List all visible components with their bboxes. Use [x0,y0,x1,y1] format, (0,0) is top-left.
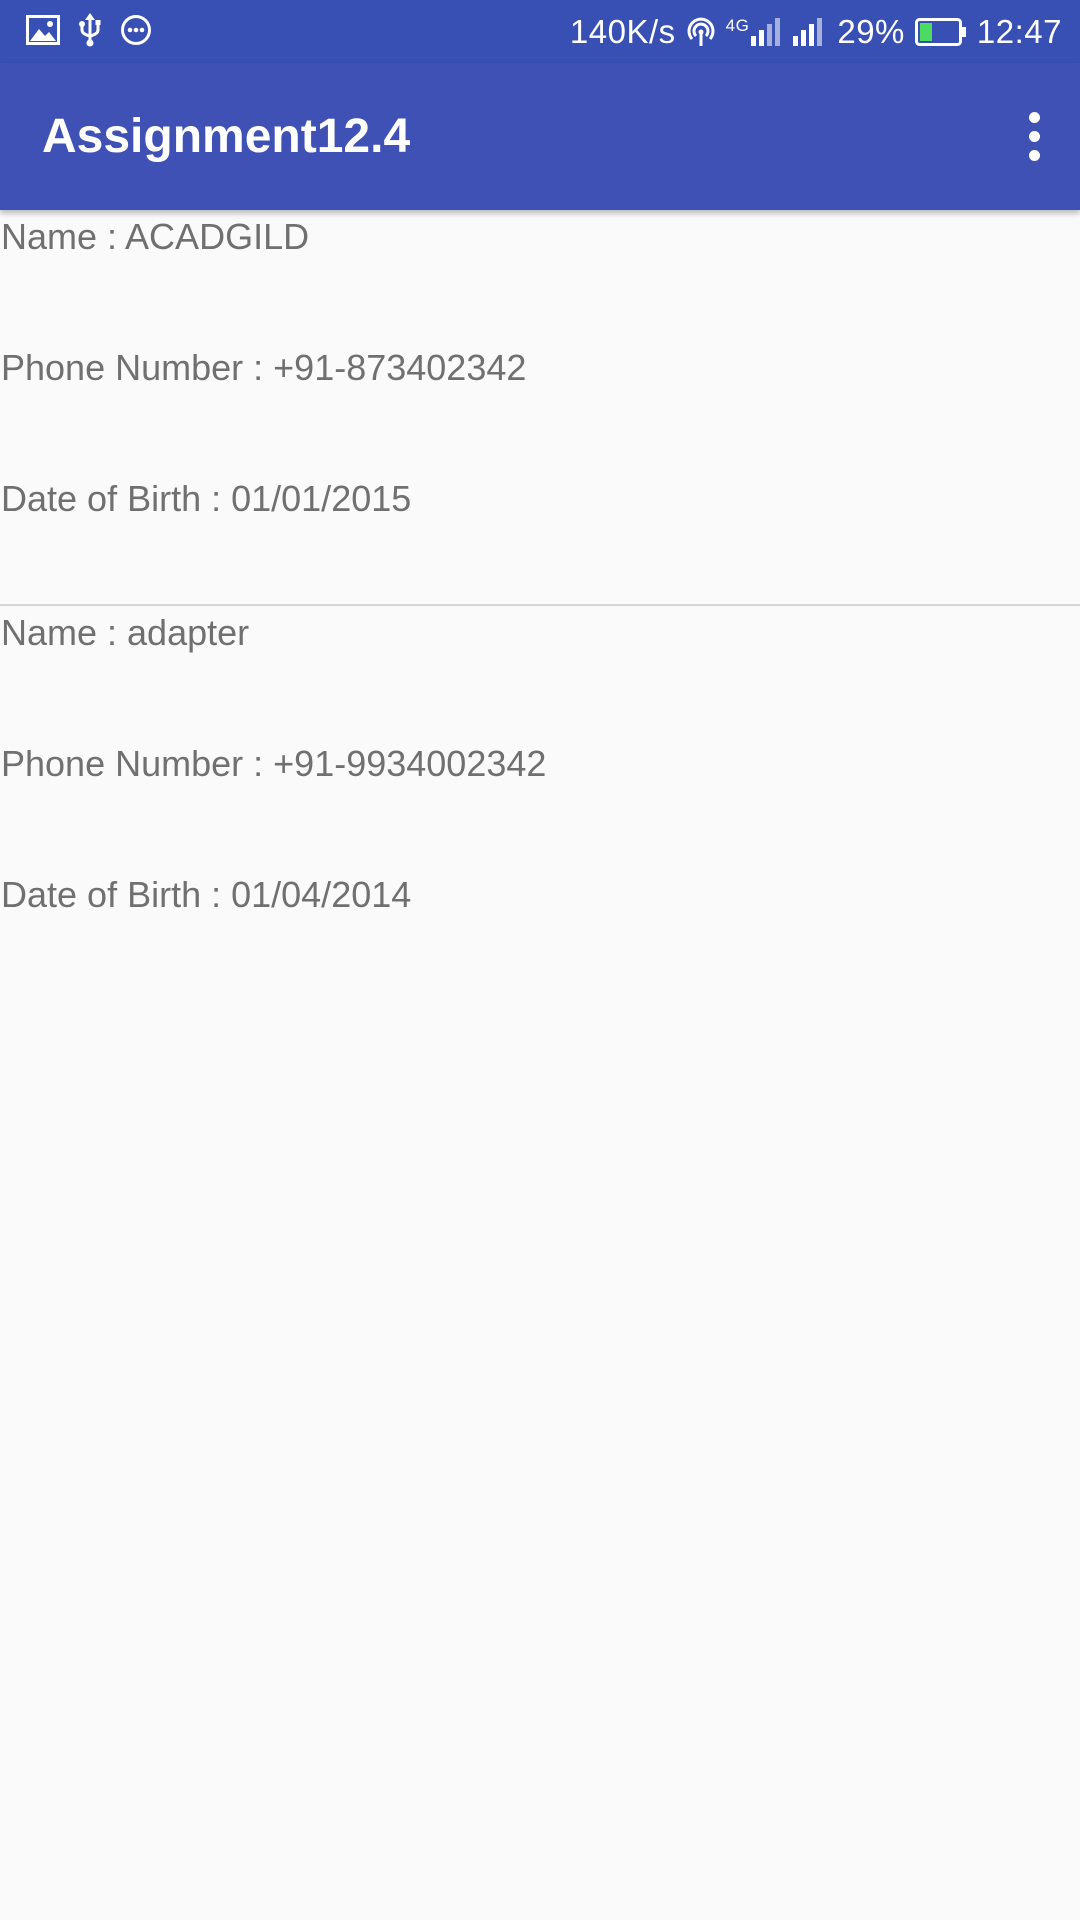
signal-icon [793,17,827,46]
contact-phone: Phone Number : +91-873402342 [1,347,527,388]
clock: 12:47 [976,12,1062,50]
overflow-dot [1028,111,1040,123]
hotspot-icon [686,17,716,47]
app-title: Assignment12.4 [42,110,411,163]
contact-phone: Phone Number : +91-9934002342 [1,743,547,784]
battery-icon [914,17,967,46]
more-notifications-icon [120,14,152,51]
overflow-dot [1028,130,1040,142]
network-speed: 140K/s [569,12,676,50]
list-item[interactable]: Name : adapter Phone Number : +91-993400… [0,606,1080,999]
app-bar: Assignment12.4 [0,63,1080,210]
system-indicators: 140K/s 4G 29% 12:47 [570,0,1062,63]
image-icon [26,14,60,50]
battery-percent: 29% [837,12,905,50]
contact-dob: Date of Birth : 01/01/2015 [1,478,412,519]
contact-name: Name : adapter [1,612,250,653]
overflow-dot [1028,149,1040,161]
network-type: 4G [725,16,750,35]
list-item[interactable]: Name : ACADGILD Phone Number : +91-87340… [0,210,1080,603]
more-vert-icon[interactable] [998,100,1070,172]
status-bar: 140K/s 4G 29% 12:47 [0,0,1080,63]
contact-list[interactable]: Name : ACADGILD Phone Number : +91-87340… [0,210,1080,999]
signal-4g-icon: 4G [726,17,784,46]
contact-name: Name : ACADGILD [1,216,310,257]
notification-icons [26,12,152,52]
contact-dob: Date of Birth : 01/04/2014 [1,874,412,915]
usb-icon [78,12,102,52]
